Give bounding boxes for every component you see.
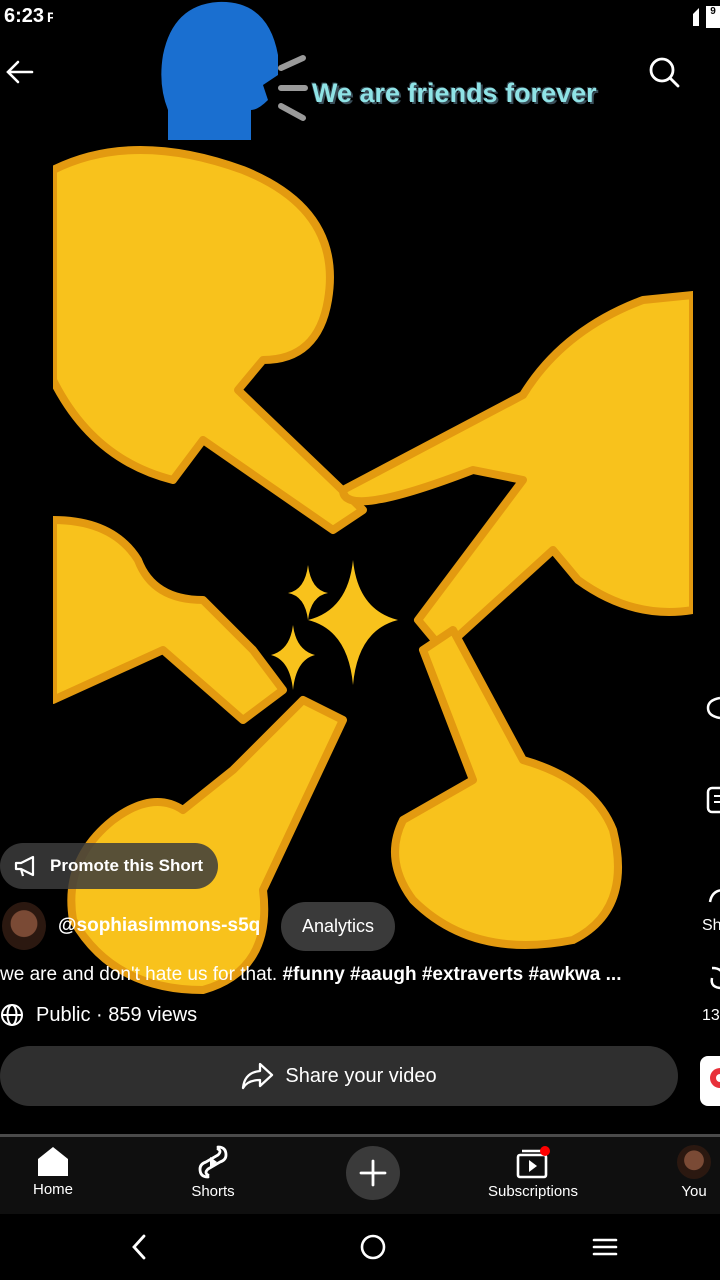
nav-shorts-label: Shorts [191, 1183, 235, 1200]
analytics-button[interactable]: Analytics [281, 902, 395, 951]
system-navigation-bar [0, 1214, 720, 1280]
back-button[interactable] [0, 52, 40, 92]
description-text: we are and don't hate us for that. [0, 964, 278, 985]
megaphone-icon [14, 855, 35, 877]
back-arrow-icon [6, 60, 34, 84]
channel-row: @sophiasimmons-s5q Analytics [0, 902, 420, 952]
share-rail-label: Sh [702, 917, 720, 934]
promote-label: Promote this Short [50, 856, 204, 875]
system-back-button[interactable] [122, 1230, 156, 1264]
menu-lines-icon [592, 1238, 618, 1256]
visibility-text: Public · 859 views [36, 1003, 198, 1026]
share-video-label: Share your video [285, 1064, 437, 1087]
nav-subscriptions[interactable]: Subscriptions [478, 1145, 588, 1200]
share-rail-icon[interactable] [706, 882, 720, 910]
you-avatar [677, 1145, 711, 1179]
nav-you-label: You [681, 1183, 707, 1200]
search-icon [649, 57, 680, 88]
bottom-navigation: Home Shorts Subscriptions You [0, 1137, 720, 1214]
thumbnail-icon [710, 1068, 720, 1088]
system-recents-button[interactable] [588, 1230, 622, 1264]
shorts-icon [198, 1145, 228, 1179]
like-icon[interactable] [706, 694, 720, 722]
share-video-button[interactable]: Share your video [0, 1046, 678, 1106]
chevron-left-icon [132, 1234, 146, 1260]
subscriptions-icon [516, 1146, 550, 1179]
home-icon [38, 1147, 68, 1176]
promote-short-button[interactable]: Promote this Short [0, 843, 218, 889]
create-button[interactable] [346, 1146, 400, 1200]
battery-icon: 9 [706, 6, 720, 28]
visibility-info: Public · 859 views [0, 1003, 197, 1027]
description-hashtags: #funny #aaugh #extraverts #awkwa ... [282, 964, 622, 985]
side-thumbnail[interactable] [700, 1056, 720, 1106]
remix-count: 13 [702, 1007, 720, 1024]
plus-icon [359, 1159, 387, 1187]
circle-home-icon [360, 1234, 386, 1260]
nav-shorts[interactable]: Shorts [158, 1145, 268, 1200]
nav-you[interactable]: You [639, 1145, 720, 1200]
system-home-button[interactable] [356, 1230, 390, 1264]
nav-subscriptions-label: Subscriptions [487, 1183, 579, 1200]
remix-icon[interactable] [706, 964, 720, 992]
comment-icon[interactable] [706, 786, 720, 814]
channel-handle[interactable]: @sophiasimmons-s5q [58, 915, 260, 937]
channel-avatar[interactable] [2, 902, 46, 950]
nav-home[interactable]: Home [0, 1145, 108, 1198]
status-time-value: 6:23 [4, 5, 45, 27]
globe-icon [1, 1004, 23, 1026]
video-description[interactable]: we are and don't hate us for that. #funn… [0, 964, 700, 986]
search-button[interactable] [644, 52, 684, 92]
nav-home-label: Home [32, 1181, 73, 1198]
share-arrow-icon [242, 1062, 274, 1090]
video-caption-overlay: We are friends forever [312, 78, 597, 108]
battery-level: 9 [710, 6, 716, 17]
